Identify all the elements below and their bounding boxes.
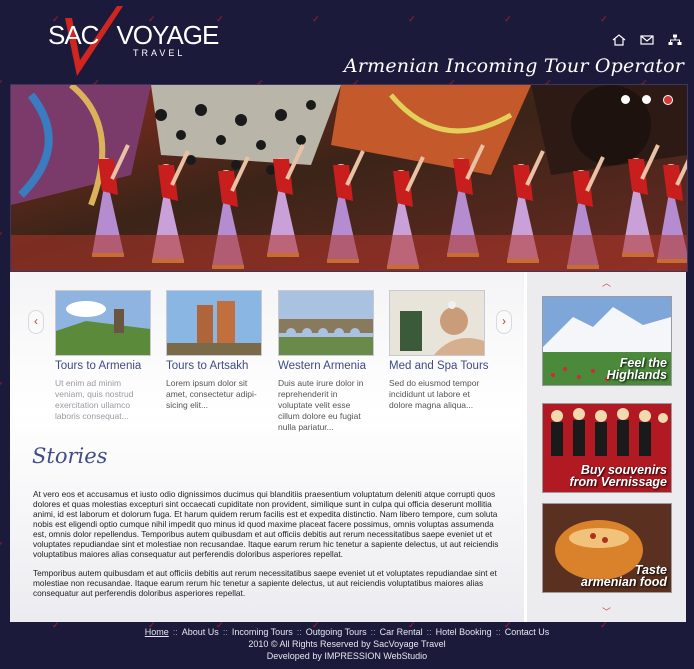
footer-link-outgoing-tours[interactable]: Outgoing Tours <box>306 627 367 637</box>
tagline: Armenian Incoming Tour Operator <box>343 55 684 77</box>
watermark-logo: ✓ <box>0 540 4 551</box>
sidebar-promos: ︿ Feel the Highlands Buy souvenirs from Ve… <box>527 272 686 622</box>
content-area: ‹ › Tours to Armenia Ut enim ad minim ve… <box>10 272 686 622</box>
footer-nav: Home:: About Us:: Incoming Tours:: Outgoing… <box>0 626 694 638</box>
watermark-logo: ✓ <box>600 14 608 24</box>
tour-description: Lorem ipsum dolor sit amet, consectetur … <box>166 378 257 410</box>
watermark-logo: ✓ <box>0 380 4 391</box>
sitemap-icon[interactable] <box>668 34 682 46</box>
promo-label: Taste armenian food <box>580 563 667 589</box>
promo-label: Buy souvenirs from Vernissage <box>569 463 668 489</box>
promo-souvenirs[interactable]: Buy souvenirs from Vernissage <box>542 403 672 493</box>
slider-dot[interactable] <box>663 95 673 105</box>
stories-paragraph: At vero eos et accusamus et iusto odio d… <box>33 489 499 559</box>
carousel-next-button[interactable]: › <box>496 310 512 334</box>
tour-title[interactable]: Western Armenia <box>278 360 382 372</box>
footer-link-contact-us[interactable]: Contact Us <box>505 627 550 637</box>
carousel-prev-button[interactable]: ‹ <box>28 310 44 334</box>
watermark-logo: ✓ <box>0 78 4 89</box>
mail-icon[interactable] <box>640 34 654 46</box>
tour-image-armenia[interactable] <box>55 290 151 356</box>
logo-subtitle: TRAVEL <box>133 48 186 58</box>
watermark-logo: ✓ <box>0 230 4 241</box>
tour-description: Sed do eiusmod tempor incididunt ut labo… <box>389 378 480 410</box>
footer-separator: :: <box>426 627 432 637</box>
stories-paragraph: Temporibus autem quibusdam et aut offici… <box>33 568 497 598</box>
tour-image-artsakh[interactable] <box>166 290 262 356</box>
footer-link-about-us[interactable]: About Us <box>182 627 219 637</box>
slider-dots <box>621 95 673 105</box>
tour-title[interactable]: Med and Spa Tours <box>389 360 493 372</box>
watermark-logo: ✓ <box>312 14 320 24</box>
banner-dancers-image <box>11 85 687 271</box>
logo-wordmark: SAC VOYAGE <box>48 20 219 50</box>
footer-separator: :: <box>172 627 178 637</box>
main-column: ‹ › Tours to Armenia Ut enim ad minim ve… <box>10 272 524 622</box>
watermark-logo: ✓ <box>504 14 512 24</box>
tour-card-armenia[interactable]: Tours to Armenia Ut enim ad minim veniam… <box>55 290 159 422</box>
footer-link-home[interactable]: Home <box>145 627 169 637</box>
tour-card-western-armenia[interactable]: Western Armenia Duis aute irure dolor in… <box>278 290 382 433</box>
chevron-down-icon[interactable]: ﹀ <box>527 605 686 618</box>
logo[interactable]: SAC VOYAGE TRAVEL <box>47 6 219 80</box>
tour-title[interactable]: Tours to Armenia <box>55 360 159 372</box>
stories-title: Stories <box>32 444 108 468</box>
promo-label: Feel the Highlands <box>606 356 667 382</box>
footer-copyright: 2010 © All Rights Reserved by SacVoyage … <box>248 639 446 649</box>
footer-link-car-rental[interactable]: Car Rental <box>380 627 423 637</box>
home-icon[interactable] <box>612 34 626 46</box>
tour-image-western-armenia[interactable] <box>278 290 374 356</box>
promo-highlands[interactable]: Feel the Highlands <box>542 296 672 386</box>
footer-link-hotel-booking[interactable]: Hotel Booking <box>436 627 492 637</box>
footer-separator: :: <box>495 627 501 637</box>
tour-card-med-spa[interactable]: Med and Spa Tours Sed do eiusmod tempor … <box>389 290 493 411</box>
tour-card-artsakh[interactable]: Tours to Artsakh Lorem ipsum dolor sit a… <box>166 290 270 411</box>
slider-dot[interactable] <box>642 95 651 104</box>
slider-dot[interactable] <box>621 95 630 104</box>
promo-food[interactable]: Taste armenian food <box>542 503 672 593</box>
hero-banner[interactable] <box>10 84 688 272</box>
footer: Home:: About Us:: Incoming Tours:: Outgoing… <box>0 626 694 662</box>
header-icons <box>612 34 682 46</box>
chevron-up-icon[interactable]: ︿ <box>527 276 686 289</box>
footer-link-incoming-tours[interactable]: Incoming Tours <box>232 627 293 637</box>
footer-separator: :: <box>222 627 228 637</box>
tours-carousel: ‹ › Tours to Armenia Ut enim ad minim ve… <box>10 272 524 432</box>
tour-image-med-spa[interactable] <box>389 290 485 356</box>
footer-separator: :: <box>370 627 376 637</box>
watermark-logo: ✓ <box>408 14 416 24</box>
footer-separator: :: <box>296 627 302 637</box>
footer-developer: Developed by IMPRESSION WebStudio <box>266 651 428 661</box>
stories-text: At vero eos et accusamus et iusto odio d… <box>33 489 503 607</box>
tour-title[interactable]: Tours to Artsakh <box>166 360 270 372</box>
tour-description: Ut enim ad minim veniam, quis nostrud ex… <box>55 378 134 421</box>
tour-description: Duis aute irure dolor in reprehenderit i… <box>278 378 364 432</box>
